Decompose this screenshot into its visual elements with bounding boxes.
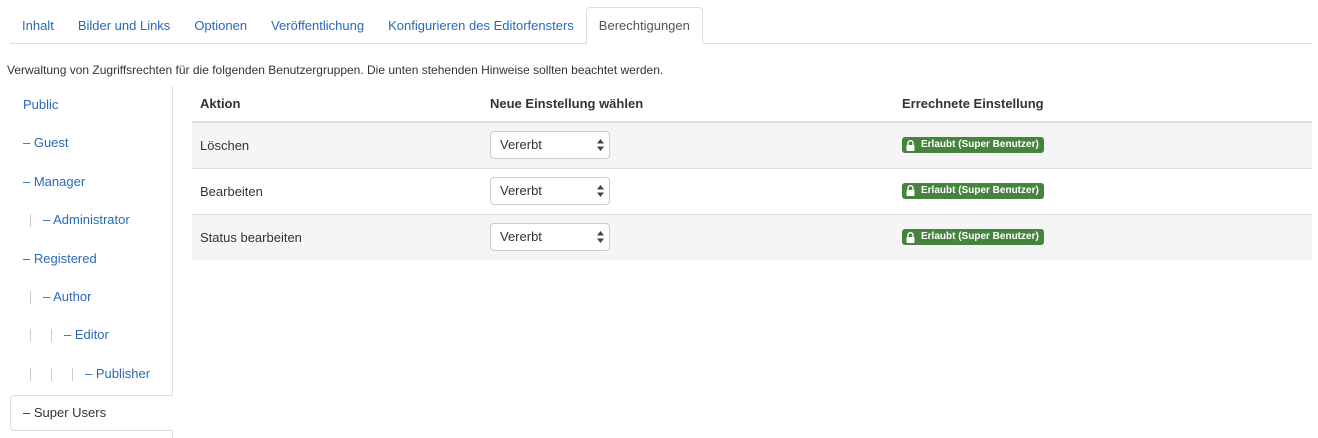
select-value: Vererbt [500, 137, 542, 153]
table-row: Löschen Vererbt Erlaubt (Super Benutzer) [192, 121, 1312, 168]
tab-konfigurieren-editorfenster[interactable]: Konfigurieren des Editorfensters [376, 8, 586, 43]
group-list: Public – Guest – Manager – Administrator… [10, 86, 173, 438]
tab-inhalt[interactable]: Inhalt [10, 8, 66, 43]
calculated-cell: Erlaubt (Super Benutzer) [894, 213, 1312, 260]
badge-label: Erlaubt (Super Benutzer) [921, 139, 1039, 150]
header-action: Aktion [192, 86, 482, 123]
action-label: Bearbeiten [192, 167, 482, 214]
permissions-table: Aktion Neue Einstellung wählen Errechnet… [192, 86, 1312, 260]
setting-select[interactable]: Vererbt [490, 223, 610, 252]
group-author[interactable]: – Author [10, 278, 172, 316]
tab-berechtigungen[interactable]: Berechtigungen [585, 7, 703, 44]
select-value: Vererbt [500, 183, 542, 198]
group-label: – Registered [23, 250, 97, 266]
setting-cell: Vererbt [482, 167, 894, 214]
permissions-page: Inhalt Bilder und Links Optionen Veröffe… [0, 0, 1318, 438]
setting-select[interactable]: Vererbt [490, 177, 610, 205]
tab-veroeffentlichung[interactable]: Veröffentlichung [259, 8, 376, 43]
group-label: – Publisher [85, 365, 151, 381]
group-label: – Administrator [43, 212, 130, 228]
allowed-badge: Erlaubt (Super Benutzer) [902, 182, 1044, 199]
tab-bilder-und-links[interactable]: Bilder und Links [66, 8, 183, 43]
setting-cell: Vererbt [482, 213, 894, 260]
calculated-cell: Erlaubt (Super Benutzer) [894, 121, 1312, 168]
lock-icon [906, 185, 915, 197]
group-manager[interactable]: – Manager [10, 163, 172, 201]
group-guest[interactable]: – Guest [10, 124, 172, 162]
tree-indent-line [72, 367, 73, 381]
tree-indent-line [30, 367, 31, 381]
header-new-setting: Neue Einstellung wählen [482, 86, 894, 123]
tab-bar: Inhalt Bilder und Links Optionen Veröffe… [10, 7, 1312, 44]
group-registered[interactable]: – Registered [10, 240, 172, 278]
calculated-cell: Erlaubt (Super Benutzer) [894, 167, 1312, 214]
select-arrows-icon [597, 185, 604, 197]
setting-cell: Vererbt [482, 121, 894, 168]
select-arrows-icon [597, 231, 604, 244]
select-value: Vererbt [500, 229, 542, 245]
setting-select[interactable]: Vererbt [490, 131, 610, 160]
tree-indent-line [51, 367, 52, 381]
lock-icon [906, 231, 915, 243]
group-label: – Guest [23, 135, 69, 151]
table-row: Bearbeiten Vererbt Erlaubt (Super Benutz… [192, 167, 1312, 214]
action-label: Status bearbeiten [192, 213, 482, 260]
header-calculated-setting: Errechnete Einstellung [894, 86, 1312, 123]
select-arrows-icon [597, 139, 604, 152]
action-label: Löschen [192, 121, 482, 168]
allowed-badge: Erlaubt (Super Benutzer) [902, 137, 1044, 153]
tree-indent-line [30, 291, 31, 305]
group-editor[interactable]: – Editor [10, 316, 172, 354]
tree-indent-line [30, 329, 31, 343]
group-label: – Editor [64, 327, 109, 343]
lock-icon [906, 139, 915, 151]
group-label: – Manager [23, 173, 86, 189]
group-super-users[interactable]: – Super Users [10, 395, 173, 432]
tree-indent-line [30, 214, 31, 228]
intro-text: Verwaltung von Zugriffsrechten für die f… [7, 63, 664, 77]
group-public[interactable]: Public [10, 86, 172, 124]
group-publisher[interactable]: – Publisher [10, 355, 172, 393]
badge-label: Erlaubt (Super Benutzer) [921, 184, 1039, 196]
badge-label: Erlaubt (Super Benutzer) [921, 231, 1039, 242]
tab-optionen[interactable]: Optionen [182, 8, 259, 43]
allowed-badge: Erlaubt (Super Benutzer) [902, 229, 1044, 245]
group-label: Public [23, 97, 59, 112]
table-row: Status bearbeiten Vererbt Erlaubt (Super… [192, 213, 1312, 260]
group-label: – Super Users [23, 405, 107, 421]
tree-indent-line [51, 329, 52, 343]
group-label: – Author [43, 288, 92, 304]
group-administrator[interactable]: – Administrator [10, 201, 172, 239]
table-header-row: Aktion Neue Einstellung wählen Errechnet… [192, 86, 1312, 123]
